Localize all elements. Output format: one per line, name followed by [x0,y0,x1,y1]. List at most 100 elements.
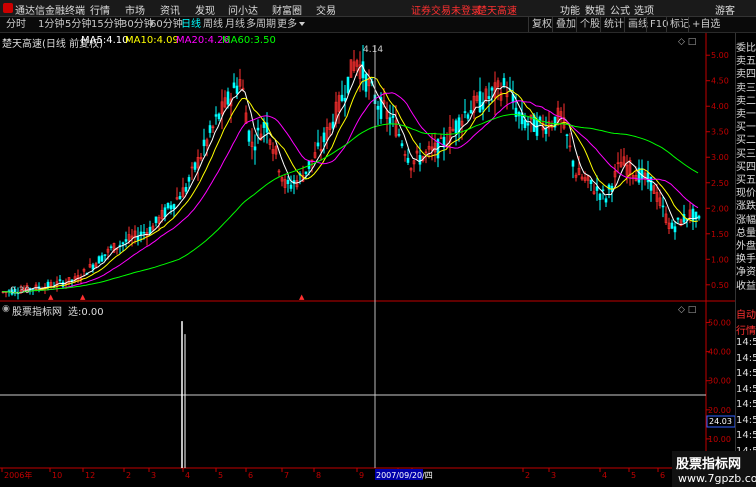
tick-time-label: 14:5 [736,368,756,379]
adjust-button[interactable]: 复权 [528,17,555,32]
low-price-label: 0.30 [10,286,31,296]
candle-body [97,256,101,264]
candle-body [235,85,239,94]
candle-body [109,246,113,248]
tick-time-label: 自动 [736,310,756,321]
y-tick-label: 3.50 [711,128,729,137]
candle-body [247,130,251,142]
candle-body [286,179,290,185]
period-timeshare[interactable]: 分时 [4,18,28,31]
x-tick-label: 6 [248,471,253,480]
crosshair-value: 24.03 [709,417,732,426]
title-bar: 通达信金融终端 行情 市场 资讯 发现 问小达 财富圈 交易 证券交易未登录 楚… [0,0,756,17]
add-watchlist-button[interactable]: +自选 [688,17,723,32]
candle-body [253,146,257,151]
candle-body [340,94,344,101]
candle-body [454,120,458,134]
x-tick-label: 12 [85,471,95,480]
stock-link[interactable]: 楚天高速 [477,2,517,17]
x-tick-label: 2006年 [4,470,32,480]
indicator-select-label: 选:0.00 [68,307,104,318]
candle-body [262,121,266,128]
x-tick-label: 6 [660,471,665,480]
x-tick-label: 4 [602,471,607,480]
watermark: 股票指标网 www.7gpzb.com [672,451,756,487]
candle-body [544,128,548,134]
menu-wealth-circle[interactable]: 财富圈 [272,2,302,17]
candle-body [232,82,236,88]
candle-body [184,186,188,192]
candle-body [661,205,665,208]
panel-settings-icon[interactable]: ◇ □ [678,37,696,47]
signal-marker: ▲ [80,293,86,301]
x-tick-label: 10 [52,471,62,480]
menu-discover[interactable]: 发现 [195,2,215,17]
menu-market[interactable]: 市场 [125,2,145,17]
candle-body [226,91,230,105]
menu-formula[interactable]: 公式 [610,2,630,17]
menu-options[interactable]: 选项 [634,2,654,17]
candle-body [670,222,674,229]
candle-body [463,111,467,113]
candle-body [490,87,494,91]
y-axis-main: 5.00 4.50 4.00 3.50 3.00 2.50 2.00 1.50 1.00 0.50 [706,51,729,290]
indicator-settings-icon[interactable]: ◇ □ [678,305,696,315]
indicator-collapse-icon[interactable]: ◉ [2,304,10,314]
candle-body [466,114,470,119]
candle-body [604,198,608,203]
candle-body [256,127,260,131]
period-daily[interactable]: 日线 [179,18,203,31]
candle-body [676,217,680,220]
candle-body [391,115,395,118]
overlay-button[interactable]: 叠加 [552,17,579,32]
menu-trade[interactable]: 交易 [316,2,336,17]
high-price-label: 4.14 [363,45,384,55]
menu-data[interactable]: 数据 [585,2,605,17]
candle-body [124,239,128,242]
candle-body [514,107,518,117]
menu-functions[interactable]: 功能 [560,2,580,17]
candle-body [526,123,530,126]
stats-button[interactable]: 统计 [600,17,627,32]
candle-body [397,134,401,136]
candle-body [406,157,410,163]
candle-body [217,113,221,120]
x-tick-label: 3 [151,471,156,480]
menu-news[interactable]: 资讯 [160,2,180,17]
candle-body [166,202,170,209]
candle-body [478,91,482,113]
y-tick-label: 1.00 [711,255,729,264]
candle-body [46,281,50,288]
candle-body [523,119,527,129]
x-tick-label: 5 [631,471,636,480]
stock-button[interactable]: 个股 [576,17,603,32]
period-multi[interactable]: 多周期 [244,18,278,31]
menu-quotes[interactable]: 行情 [90,2,110,17]
x-tick-label: 8 [316,471,321,480]
candle-body [91,264,95,270]
guest-user[interactable]: 游客 [715,2,735,17]
signal-marker: ▲ [299,293,305,301]
candle-body [316,142,320,147]
period-more[interactable]: 更多 [275,18,299,31]
tick-time-label: 14:5 [736,414,756,426]
period-1min[interactable]: 1分钟 [36,18,66,31]
candle-body [571,160,575,167]
menu-wenxiaoda[interactable]: 问小达 [228,2,258,17]
period-weekly[interactable]: 周线 [201,18,225,31]
candle-body [103,254,107,256]
more-chevron-icon[interactable] [299,22,305,26]
trade-login-status[interactable]: 证券交易未登录 [411,2,481,17]
crosshair-date: 2007/09/20/四 [376,471,433,480]
y-tick-label: 2.50 [711,179,729,188]
kline-chart[interactable]: ▲ ▲ ▲ 5.00 4.50 4.00 3.50 3.00 2.50 2.00 1.50 1.… [0,33,735,487]
y-tick-label: 30.00 [708,377,731,386]
watermark-url: www.7gpzb.com [678,472,756,485]
y-tick-label: 50.00 [708,319,731,328]
ma10-label: MA10:4.09 [125,35,179,46]
candle-body [589,179,593,184]
y-tick-label: 5.00 [711,51,729,60]
y-tick-label: 2.00 [711,204,729,213]
y-tick-label: 4.50 [711,77,729,86]
candle-body [304,171,308,175]
